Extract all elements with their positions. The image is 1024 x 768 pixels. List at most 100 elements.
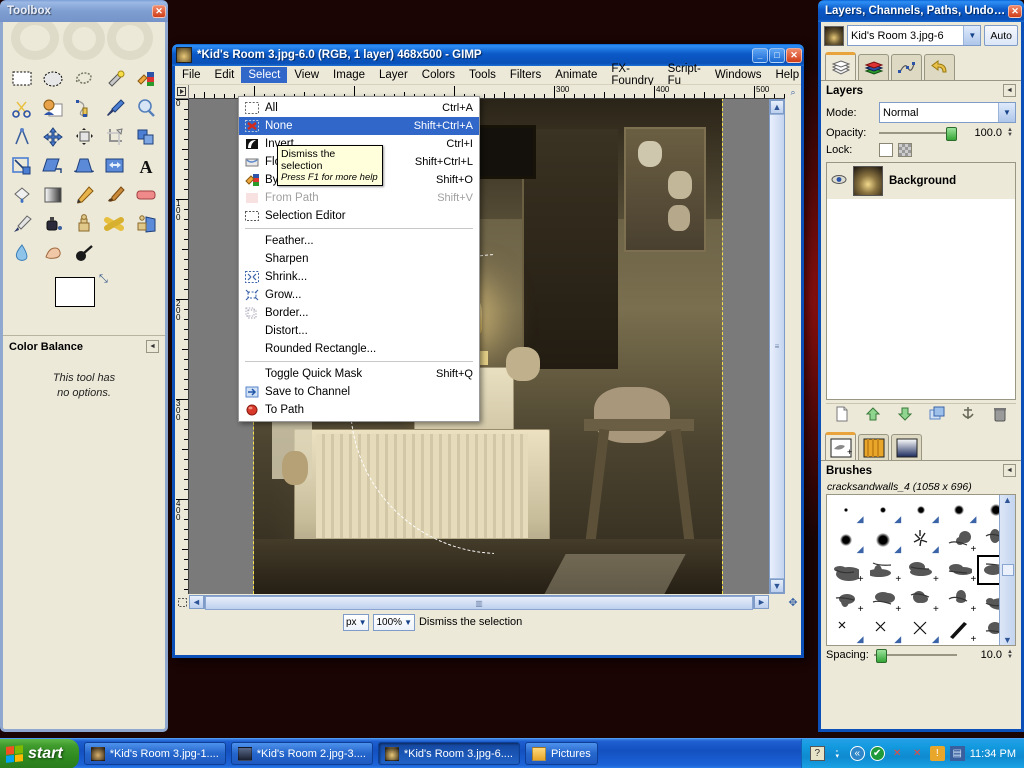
perspective-clone-tool[interactable] (130, 209, 161, 238)
ink-tool[interactable] (38, 209, 69, 238)
tab-gradients[interactable] (891, 434, 922, 460)
brush-cell[interactable]: + (902, 555, 940, 585)
menu-item-selection-editor[interactable]: Selection Editor (239, 207, 479, 225)
brush-cell[interactable]: ◢ (902, 525, 940, 555)
new-layer-button[interactable] (834, 406, 850, 425)
menu-image[interactable]: Image (326, 67, 372, 83)
taskbar-item-1[interactable]: *Kid's Room 3.jpg-1.... (83, 742, 226, 765)
delete-layer-button[interactable] (992, 406, 1008, 425)
menu-item-none[interactable]: None Shift+Ctrl+A (239, 117, 479, 135)
maximize-icon[interactable]: □ (769, 47, 785, 63)
vertical-scrollbar[interactable]: ▲ ≡ ▼ (769, 99, 785, 594)
tab-layers[interactable] (825, 52, 856, 80)
minimize-icon[interactable]: _ (752, 47, 768, 63)
scroll-left-icon[interactable]: ◄ (189, 595, 204, 609)
tab-brushes[interactable]: + (825, 432, 856, 460)
unit-selector[interactable]: px ▼ (343, 613, 370, 631)
menu-item-toggle-quick-mask[interactable]: Toggle Quick Mask Shift+Q (239, 365, 479, 383)
menu-item-distort[interactable]: Distort... (239, 322, 479, 340)
menu-item-feather[interactable]: Feather... (239, 232, 479, 250)
clock[interactable]: 11:34 PM (970, 748, 1016, 760)
lock-alpha-icon[interactable] (898, 143, 912, 157)
brush-cell[interactable]: + (940, 585, 978, 615)
image-selector-combo[interactable]: Kid's Room 3.jpg-6 ▼ (847, 25, 982, 46)
swap-colors-icon[interactable]: ⤡ (99, 273, 108, 286)
image-window-titlebar[interactable]: *Kid's Room 3.jpg-6.0 (RGB, 1 layer) 468… (172, 44, 804, 66)
brush-cell[interactable]: ◢ (865, 615, 903, 645)
airbrush-tool[interactable] (7, 209, 38, 238)
expand-tray-icon[interactable]: ▫ ▾ (830, 746, 845, 761)
brush-cell[interactable]: ◢ (940, 495, 978, 525)
spacing-slider[interactable] (873, 649, 957, 663)
pencil-tool[interactable] (69, 180, 100, 209)
show-hidden-icons-icon[interactable]: « (849, 746, 865, 761)
list-item[interactable]: Background (827, 163, 1015, 199)
chevron-down-icon[interactable]: ▼ (998, 103, 1015, 122)
vertical-ruler[interactable]: 0 100 200 300 400 (175, 99, 189, 594)
zoom-tool[interactable] (130, 93, 161, 122)
taskbar-item-4[interactable]: Pictures (524, 742, 598, 765)
collapse-icon[interactable]: ◄ (146, 340, 159, 353)
menu-item-grow[interactable]: Grow... (239, 286, 479, 304)
display-tray-icon[interactable]: ▤ (949, 746, 965, 761)
tab-channels[interactable] (858, 54, 889, 80)
eraser-tool[interactable] (130, 180, 161, 209)
color-picker-tool[interactable] (99, 93, 130, 122)
network-disconnected-icon-1[interactable]: ✕ (890, 746, 905, 761)
help-tray-icon[interactable]: ? (809, 746, 825, 761)
menu-animate[interactable]: Animate (548, 67, 604, 83)
anchor-layer-button[interactable] (960, 406, 976, 425)
auto-follow-button[interactable]: Auto (984, 25, 1018, 46)
opacity-value[interactable]: 100.0 (962, 127, 1002, 139)
lock-pixels-checkbox[interactable] (879, 143, 893, 157)
spacing-spinner[interactable]: ▲ ▼ (1007, 649, 1016, 660)
move-tool[interactable] (38, 122, 69, 151)
raise-layer-button[interactable] (865, 406, 881, 425)
measure-tool[interactable] (7, 122, 38, 151)
start-button[interactable]: start (0, 738, 79, 768)
brush-cell[interactable]: ◢ (827, 525, 865, 555)
lower-layer-button[interactable] (897, 406, 913, 425)
foreground-color-swatch[interactable] (55, 277, 95, 307)
scale-tool[interactable] (7, 151, 38, 180)
chevron-down-icon[interactable]: ▼ (404, 618, 412, 627)
quick-mask-toggle-icon[interactable] (175, 594, 189, 610)
brush-cell[interactable]: + (940, 525, 978, 555)
menu-view[interactable]: View (287, 67, 326, 83)
menu-file[interactable]: File (175, 67, 208, 83)
smudge-tool[interactable] (38, 238, 69, 267)
bucket-fill-tool[interactable] (7, 180, 38, 209)
spacing-value[interactable]: 10.0 (962, 649, 1002, 661)
blur-sharpen-tool[interactable] (7, 238, 38, 267)
brush-cell[interactable]: ◢ (902, 495, 940, 525)
ruler-origin-button[interactable] (175, 85, 189, 99)
brush-cell[interactable]: + (865, 555, 903, 585)
visibility-eye-icon[interactable] (831, 174, 847, 188)
chevron-down-icon[interactable]: ▼ (963, 26, 981, 45)
brushes-scrollbar[interactable]: ▲ ▼ (999, 495, 1015, 645)
hscroll-thumb[interactable]: ▥ (205, 596, 753, 610)
blend-gradient-tool[interactable] (38, 180, 69, 209)
alignment-tool[interactable] (69, 122, 100, 151)
close-icon[interactable]: ✕ (1008, 4, 1022, 18)
flip-tool[interactable] (99, 151, 130, 180)
zoom-selector[interactable]: 100% ▼ (373, 613, 415, 631)
paintbrush-tool[interactable] (99, 180, 130, 209)
dodge-burn-tool[interactable] (69, 238, 100, 267)
menu-item-rounded-rectangle[interactable]: Rounded Rectangle... (239, 340, 479, 358)
duplicate-layer-button[interactable] (929, 406, 945, 425)
brush-cell[interactable]: ◢ (827, 615, 865, 645)
taskbar-item-3[interactable]: *Kid's Room 3.jpg-6.... (377, 742, 520, 765)
brush-cell[interactable]: ◢ (902, 615, 940, 645)
menu-edit[interactable]: Edit (208, 67, 242, 83)
rotate-tool[interactable] (130, 122, 161, 151)
brush-cell[interactable]: + (902, 585, 940, 615)
perspective-tool[interactable] (69, 151, 100, 180)
menu-item-save-to-channel[interactable]: Save to Channel (239, 383, 479, 401)
navigation-preview-icon[interactable]: ✥ (785, 594, 801, 610)
brush-cell[interactable]: + (827, 555, 865, 585)
menu-layer[interactable]: Layer (372, 67, 415, 83)
free-select-tool[interactable] (69, 64, 100, 93)
menu-colors[interactable]: Colors (415, 67, 462, 83)
select-by-color-tool[interactable] (130, 64, 161, 93)
